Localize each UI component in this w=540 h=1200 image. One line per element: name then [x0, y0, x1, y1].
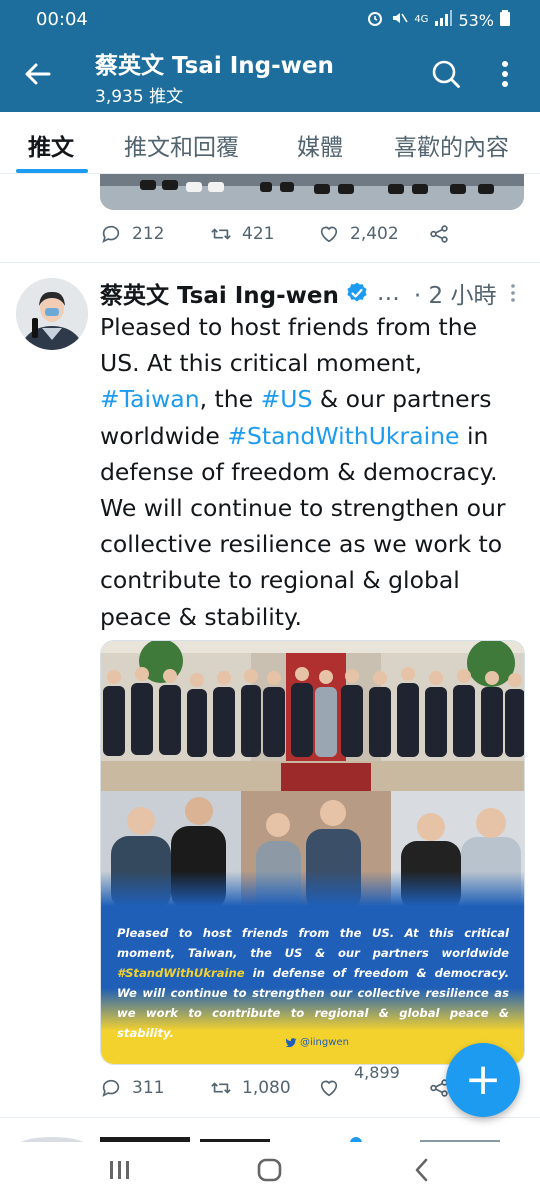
tab-tweets[interactable]: 推文: [28, 128, 74, 162]
twitter-bird-icon: [285, 1037, 297, 1047]
back-button[interactable]: [22, 58, 54, 90]
profile-name: 蔡英文 Tsai Ing-wen: [95, 53, 334, 79]
image-handle-text: @iingwen: [300, 1037, 349, 1048]
search-icon: [432, 60, 460, 88]
tab-tweets-and-replies[interactable]: 推文和回覆: [124, 128, 239, 162]
plus-icon: +: [464, 1054, 502, 1105]
tweet-image[interactable]: Pleased to host friends from the US. At …: [100, 640, 525, 1065]
image-handle: @iingwen: [285, 1037, 349, 1048]
battery-text: 53%: [458, 10, 494, 30]
hashtag-taiwan[interactable]: #Taiwan: [100, 385, 200, 413]
more-vertical-icon: [502, 61, 508, 87]
reply-icon: [102, 1079, 120, 1097]
image-caption-text: Pleased to host friends from the US. At …: [117, 926, 509, 960]
compose-tweet-button[interactable]: +: [446, 1043, 520, 1117]
author-ellipsis: …: [376, 280, 400, 306]
mute-icon: [390, 9, 408, 31]
reply-button[interactable]: 212: [100, 223, 164, 245]
retweet-icon: [211, 228, 231, 240]
retweet-icon: [211, 1082, 231, 1094]
share-icon: [430, 225, 448, 243]
profile-title: 蔡英文 Tsai Ing-wen 3,935 推文: [95, 46, 334, 107]
share-button[interactable]: [428, 223, 450, 245]
tab-indicator: [16, 169, 88, 173]
previous-tweet-media[interactable]: [100, 174, 524, 210]
retweet-count: 1,080: [242, 1078, 291, 1098]
home-icon[interactable]: [257, 1158, 282, 1182]
reply-icon: [102, 225, 120, 243]
arrow-left-icon: [25, 63, 51, 85]
profile-tabs: 推文 推文和回覆 媒體 喜歡的內容: [0, 112, 540, 174]
network-label: 4G: [414, 14, 429, 25]
tweet-text-part: , the: [199, 385, 261, 414]
image-caption-hashtag: #StandWithUkraine: [117, 966, 245, 980]
previous-tweet-actions: 212 421 2,402: [100, 223, 460, 253]
divider: [0, 1117, 540, 1118]
avatar[interactable]: [16, 278, 88, 350]
like-count: 2,402: [350, 224, 399, 244]
heart-icon: [320, 1080, 338, 1097]
retweet-button[interactable]: 421: [210, 223, 274, 245]
signal-icon: [434, 10, 453, 30]
retweet-button[interactable]: 1,080: [210, 1077, 291, 1099]
more-vertical-icon: [511, 284, 515, 302]
hashtag-standwithukraine[interactable]: #StandWithUkraine: [227, 422, 459, 450]
app-header: 00:04 4G 53% 蔡英文 Tsai Ing-wen 3,935 推文: [0, 0, 540, 112]
tweet-menu-button[interactable]: [508, 282, 518, 304]
tweet-text-intro: Pleased to host friends from the US. At …: [100, 313, 478, 378]
tab-media[interactable]: 媒體: [297, 128, 343, 162]
reply-count: 212: [132, 224, 165, 244]
tweet-author[interactable]: 蔡英文 Tsai Ing-wen: [100, 276, 339, 310]
tab-likes[interactable]: 喜歡的內容: [394, 128, 509, 162]
search-button[interactable]: [430, 58, 462, 90]
status-bar: 00:04 4G 53%: [0, 0, 540, 38]
verified-badge-icon: [347, 282, 367, 302]
system-navigation-bar: [0, 1142, 540, 1200]
reply-button[interactable]: 311: [100, 1077, 164, 1099]
more-options-button[interactable]: [493, 58, 517, 90]
divider: [0, 262, 540, 263]
battery-icon: [500, 10, 510, 30]
tweet-text: Pleased to host friends from the US. At …: [100, 309, 520, 635]
back-nav-icon[interactable]: [415, 1158, 428, 1182]
tweet-time[interactable]: · 2 小時: [414, 276, 497, 310]
like-button[interactable]: [318, 1077, 340, 1099]
recent-apps-icon[interactable]: [110, 1161, 129, 1179]
tweet-count: 3,935 推文: [95, 87, 184, 107]
hashtag-us[interactable]: #US: [261, 385, 313, 413]
heart-icon: [320, 226, 338, 243]
status-icons: 4G 53%: [366, 9, 510, 31]
like-count: 4,899: [354, 1063, 400, 1082]
tweet-actions: 311 1,080 4,899: [100, 1063, 460, 1107]
alarm-icon: [366, 9, 384, 31]
image-caption: Pleased to host friends from the US. At …: [117, 923, 509, 1043]
status-time: 00:04: [36, 9, 88, 30]
tweet-text-rest: in defense of freedom & democracy. We wi…: [100, 421, 506, 631]
retweet-count: 421: [242, 224, 275, 244]
reply-count: 311: [132, 1078, 165, 1098]
tweet-header: 蔡英文 Tsai Ing-wen … · 2 小時: [100, 276, 525, 310]
like-button[interactable]: 2,402: [318, 223, 399, 245]
next-tweet-peek: [0, 1130, 540, 1142]
